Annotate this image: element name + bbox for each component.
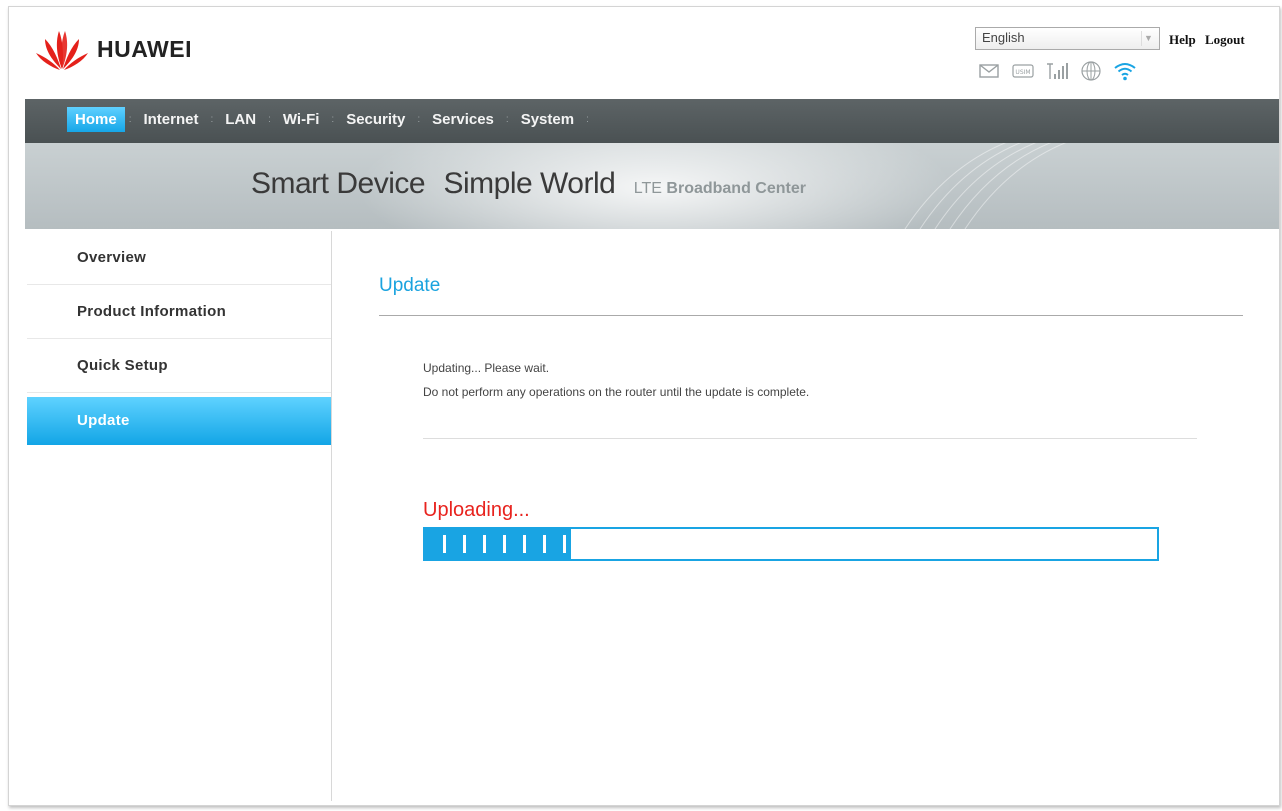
nav-item-services[interactable]: Services	[424, 107, 502, 132]
nav-items: Home: Internet: LAN: Wi-Fi: Security: Service…	[67, 107, 593, 132]
progress-segment	[563, 535, 566, 553]
sim-card-icon: USIM	[1009, 59, 1037, 83]
language-select[interactable]: English ▼	[975, 27, 1160, 50]
brand-name: HUAWEI	[97, 35, 192, 62]
nav-separator: :	[505, 114, 509, 125]
page-title: Update	[379, 275, 441, 296]
progress-segment	[443, 535, 446, 553]
status-icons: USIM	[975, 59, 1145, 83]
nav-item-security[interactable]: Security	[338, 107, 413, 132]
upload-progress-fill	[425, 529, 572, 559]
nav-item-internet[interactable]: Internet	[135, 107, 206, 132]
logout-link[interactable]: Logout	[1205, 32, 1245, 47]
huawei-logo: HUAWEI	[33, 27, 192, 71]
huawei-petal-logo-icon	[36, 31, 88, 70]
nav-item-system[interactable]: System	[513, 107, 582, 132]
sidebar-item-quick-setup[interactable]: Quick Setup	[27, 339, 331, 393]
banner-slogan-part1: Smart Device	[251, 167, 426, 200]
progress-segment	[483, 535, 486, 553]
sidebar-item-product-information[interactable]: Product Information	[27, 285, 331, 339]
upload-progress-bar	[423, 527, 1159, 561]
update-warning-message: Do not perform any operations on the rou…	[423, 385, 810, 399]
sim-label: USIM	[1015, 69, 1030, 76]
nav-item-home[interactable]: Home	[67, 107, 125, 132]
sidebar: Overview Product Information Quick Setup Up…	[27, 231, 332, 801]
nav-separator: :	[417, 114, 421, 125]
nav-separator: :	[268, 114, 271, 125]
nav-separator: :	[210, 114, 214, 125]
progress-segment	[543, 535, 546, 553]
banner-subtitle: LTE Broadband Center	[634, 180, 806, 197]
main-nav: Home: Internet: LAN: Wi-Fi: Security: Service…	[25, 99, 1279, 143]
banner-subtitle-rest: Broadband Center	[666, 180, 806, 197]
top-links: Help Logout	[1169, 32, 1251, 48]
wifi-icon	[1111, 59, 1139, 83]
nav-separator: :	[331, 114, 335, 125]
nav-separator: :	[128, 114, 132, 125]
main-content: Update Updating... Please wait. Do not p…	[379, 231, 1249, 801]
update-status-message: Updating... Please wait.	[423, 361, 550, 375]
sidebar-item-overview[interactable]: Overview	[27, 231, 331, 285]
banner-slogan: Smart Device Simple World LTE Broadband …	[251, 167, 806, 201]
title-divider	[379, 315, 1243, 316]
sidebar-item-update[interactable]: Update	[27, 397, 331, 445]
upload-status-label: Uploading...	[423, 499, 530, 521]
progress-segment	[523, 535, 526, 553]
signal-strength-icon	[1043, 59, 1071, 83]
header: HUAWEI English ▼ Help Logout USIM	[9, 7, 1279, 99]
nav-item-wi-fi[interactable]: Wi-Fi	[275, 107, 328, 132]
banner: Smart Device Simple World LTE Broadband …	[25, 143, 1279, 229]
language-select-value: English	[982, 30, 1025, 45]
banner-subtitle-lte: LTE	[633, 180, 662, 197]
nav-separator: :	[586, 114, 589, 125]
message-divider	[423, 438, 1197, 439]
help-link[interactable]: Help	[1169, 32, 1196, 47]
nav-item-lan[interactable]: LAN	[217, 107, 264, 132]
chevron-down-icon: ▼	[1141, 31, 1155, 46]
progress-segment	[503, 535, 506, 553]
mail-icon[interactable]	[975, 59, 1003, 83]
globe-icon	[1077, 59, 1105, 83]
router-admin-page: HUAWEI English ▼ Help Logout USIM Home:…	[8, 6, 1280, 806]
progress-segment	[463, 535, 466, 553]
banner-slogan-part2: Simple World	[443, 167, 616, 200]
